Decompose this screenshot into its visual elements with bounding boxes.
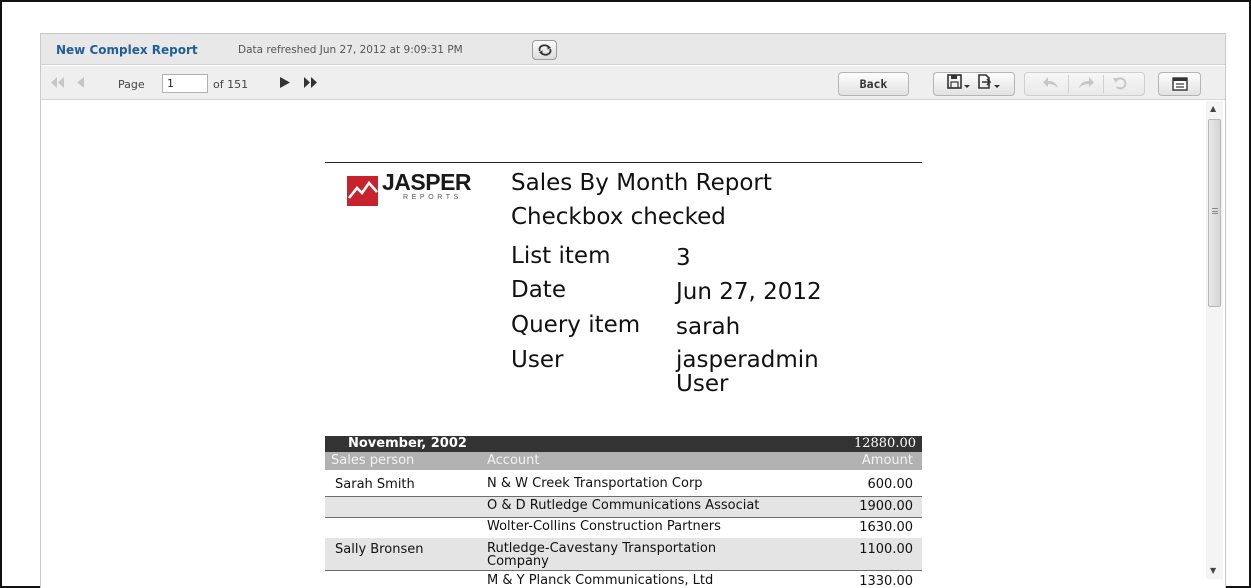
first-page-icon[interactable] xyxy=(50,77,66,88)
save-icon[interactable] xyxy=(947,74,971,94)
logo-mountain-icon xyxy=(347,176,378,206)
page-number-input[interactable] xyxy=(162,74,208,93)
options-icon xyxy=(1171,77,1188,91)
export-icon[interactable] xyxy=(977,74,1001,94)
param-label: Query item xyxy=(511,312,641,338)
table-row: O & D Rutledge Communications Associat 1… xyxy=(325,497,922,517)
back-button[interactable]: Back xyxy=(838,72,909,96)
report-subheading: Checkbox checked xyxy=(511,204,726,230)
group-month-label: November, 2002 xyxy=(348,436,467,451)
column-header-account: Account xyxy=(487,453,540,468)
scroll-up-arrow-icon[interactable]: ▲ xyxy=(1210,104,1216,113)
column-header-sales-person: Sales person xyxy=(331,453,415,468)
report-title-link[interactable]: New Complex Report xyxy=(56,43,198,57)
report-viewer: New Complex Report Data refreshed Jun 27… xyxy=(40,33,1226,588)
report-top-rule xyxy=(325,162,922,163)
last-page-icon[interactable] xyxy=(303,77,319,88)
refresh-icon xyxy=(538,44,551,56)
previous-page-icon[interactable] xyxy=(76,77,86,88)
export-button-group xyxy=(933,72,1015,96)
scroll-down-arrow-icon[interactable]: ▼ xyxy=(1210,566,1216,575)
row-account: N & W Creek Transportation Corp xyxy=(487,476,703,491)
row-amount: 1100.00 xyxy=(859,542,913,557)
group-header-bar: November, 2002 12880.00 xyxy=(325,436,922,452)
undo-icon[interactable] xyxy=(1042,75,1060,94)
row-amount: 1900.00 xyxy=(859,499,913,514)
scrollbar-grip-icon xyxy=(1212,208,1218,214)
table-row: M & Y Planck Communications, Ltd 1330.00 xyxy=(325,571,922,588)
data-refreshed-text: Data refreshed Jun 27, 2012 at 9:09:31 P… xyxy=(238,44,463,56)
row-sales-person: Sally Bronsen xyxy=(335,542,424,557)
reset-icon[interactable] xyxy=(1112,75,1128,94)
column-header-amount: Amount xyxy=(861,453,913,468)
jasper-reports-logo: JASPER REPORTS xyxy=(345,168,475,216)
viewer-header: New Complex Report Data refreshed Jun 27… xyxy=(41,34,1225,65)
param-label: User xyxy=(511,347,564,373)
column-header-row: Sales person Account Amount xyxy=(325,452,922,470)
page-label: Page xyxy=(118,78,145,91)
report-heading: Sales By Month Report xyxy=(511,170,772,196)
param-value: sarah xyxy=(676,314,741,340)
page-count-label: of 151 xyxy=(213,78,249,91)
param-value: Jun 27, 2012 xyxy=(676,279,822,305)
row-amount: 1630.00 xyxy=(859,520,913,535)
row-account: M & Y Planck Communications, Ltd xyxy=(487,573,714,588)
edit-history-group xyxy=(1024,72,1145,96)
refresh-button[interactable] xyxy=(532,40,557,60)
row-sales-person: Sarah Smith xyxy=(335,477,415,492)
report-options-button[interactable] xyxy=(1158,72,1201,96)
row-account: Rutledge-Cavestany Transportation Compan… xyxy=(487,541,717,569)
param-label: Date xyxy=(511,277,566,303)
table-row: Sally Bronsen Rutledge-Cavestany Transpo… xyxy=(325,538,922,570)
viewer-toolbar: Page of 151 Back xyxy=(41,66,1225,100)
group-total-value: 12880.00 xyxy=(853,436,916,451)
table-row: Sarah Smith N & W Creek Transportation C… xyxy=(325,477,922,497)
row-account: Wolter-Collins Construction Partners xyxy=(487,519,721,534)
param-value: jasperadmin User xyxy=(676,347,819,397)
report-page: JASPER REPORTS Sales By Month Report Che… xyxy=(325,162,922,588)
next-page-icon[interactable] xyxy=(279,77,291,88)
row-amount: 1330.00 xyxy=(859,574,913,588)
scrollbar-thumb[interactable] xyxy=(1208,119,1221,307)
param-label: List item xyxy=(511,243,611,269)
row-account: O & D Rutledge Communications Associat xyxy=(487,498,760,513)
vertical-scrollbar[interactable]: ▲ ▼ xyxy=(1206,101,1223,579)
logo-subtext: REPORTS xyxy=(403,194,462,201)
param-value: 3 xyxy=(676,245,691,271)
logo-wordmark: JASPER xyxy=(382,169,472,195)
page-frame: New Complex Report Data refreshed Jun 27… xyxy=(0,0,1251,588)
row-amount: 600.00 xyxy=(867,477,914,492)
redo-icon[interactable] xyxy=(1077,75,1095,94)
table-row: Wolter-Collins Construction Partners 163… xyxy=(325,518,922,538)
